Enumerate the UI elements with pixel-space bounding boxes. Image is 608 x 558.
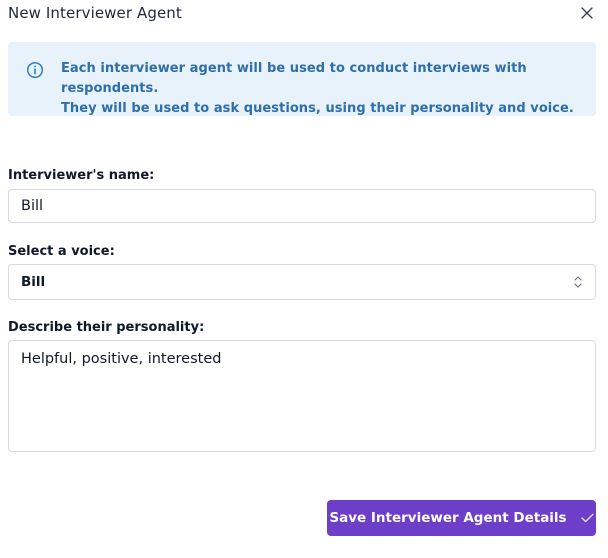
chevron-updown-icon [574,276,582,288]
info-text: Each interviewer agent will be used to c… [61,59,584,119]
check-icon [580,513,594,523]
dialog-title: New Interviewer Agent [8,4,182,22]
new-agent-dialog: New Interviewer Agent Each interviewer a… [0,0,608,558]
info-icon [26,61,44,79]
save-button-label: Save Interviewer Agent Details [329,510,567,526]
voice-select-value: Bill [21,274,46,290]
close-icon [581,7,593,19]
voice-select[interactable]: Bill [8,264,596,300]
voice-label: Select a voice: [8,244,115,259]
name-label: Interviewer's name: [8,168,155,183]
personality-label: Describe their personality: [8,320,205,335]
name-input[interactable] [8,189,596,223]
personality-textarea[interactable]: Helpful, positive, interested [8,340,596,452]
info-line-1: Each interviewer agent will be used to c… [61,61,527,96]
save-agent-button[interactable]: Save Interviewer Agent Details [327,500,596,536]
close-button[interactable] [576,2,598,24]
info-line-2: They will be used to ask questions, usin… [61,101,574,116]
dialog-header: New Interviewer Agent [8,0,600,26]
info-banner: Each interviewer agent will be used to c… [8,42,596,116]
